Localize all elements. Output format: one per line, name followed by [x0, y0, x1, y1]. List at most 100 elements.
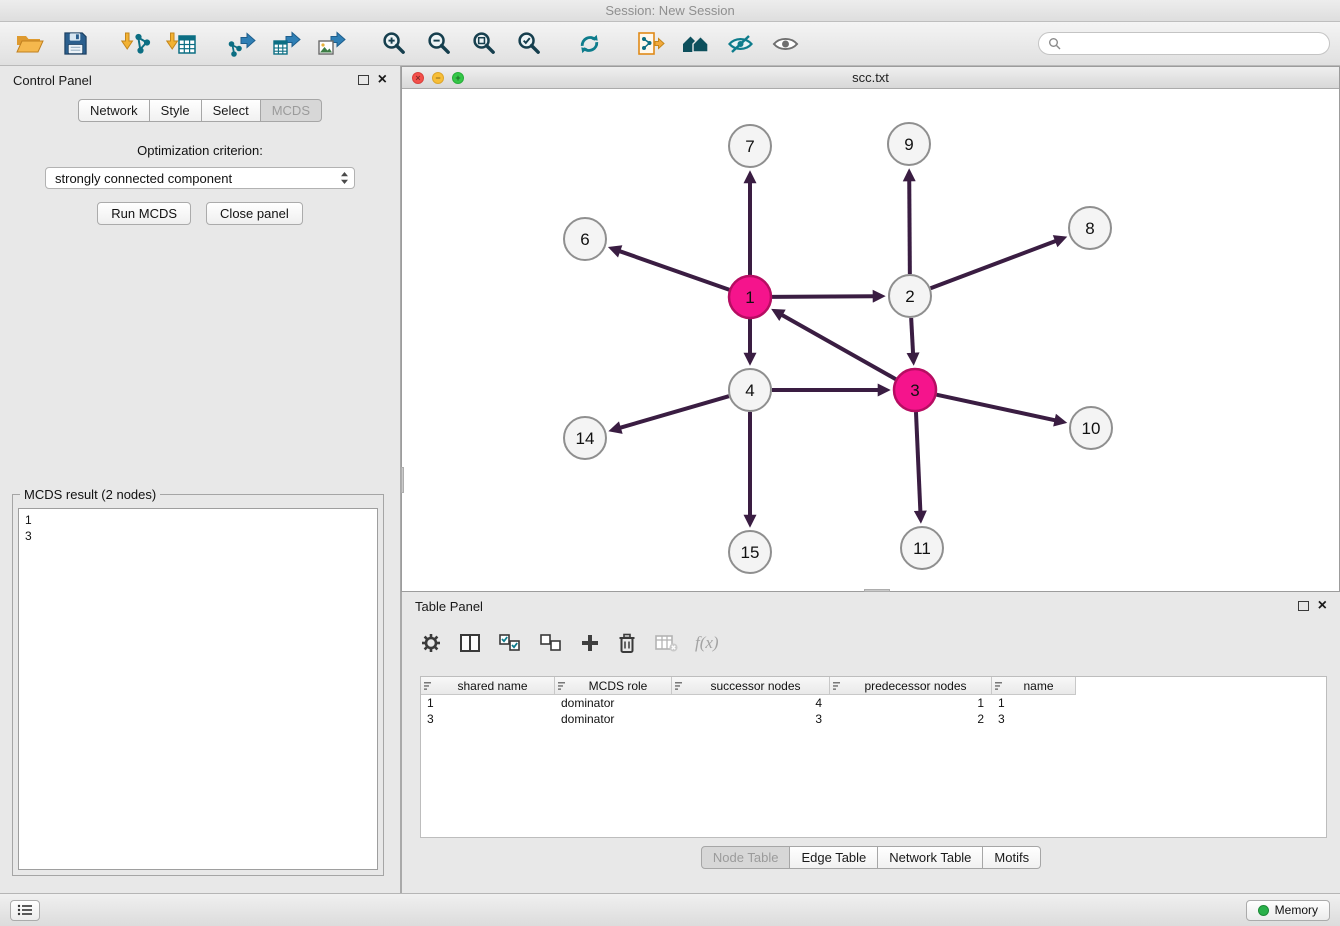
network-edge-3-10[interactable]: [937, 395, 1056, 421]
float-table-panel-icon[interactable]: [1298, 601, 1309, 611]
search-input[interactable]: [1066, 37, 1320, 51]
search-icon: [1048, 37, 1061, 50]
network-node-4[interactable]: 4: [729, 369, 771, 411]
network-edge-1-6[interactable]: [619, 251, 729, 290]
vertical-splitter-handle[interactable]: [401, 467, 404, 493]
tab-style[interactable]: Style: [150, 99, 202, 122]
network-edge-2-3[interactable]: [911, 318, 913, 354]
run-mcds-button[interactable]: Run MCDS: [97, 202, 191, 225]
zoom-fit-button[interactable]: [463, 26, 503, 62]
select-all-button[interactable]: [498, 629, 522, 657]
tab-network[interactable]: Network: [78, 99, 150, 122]
network-edge-3-1[interactable]: [781, 315, 895, 380]
table-row[interactable]: 3dominator323: [421, 711, 1326, 727]
zoom-in-button[interactable]: [373, 26, 413, 62]
search-box[interactable]: [1038, 32, 1330, 55]
open-folder-button[interactable]: [10, 26, 50, 62]
network-node-8[interactable]: 8: [1069, 207, 1111, 249]
column-header-shared-name[interactable]: shared name: [421, 677, 555, 695]
close-table-panel-icon[interactable]: ×: [1318, 600, 1327, 612]
refresh-button[interactable]: [569, 26, 609, 62]
tab-mcds[interactable]: MCDS: [261, 99, 322, 122]
show-graphics-icon: [727, 32, 754, 56]
network-titlebar[interactable]: × − + scc.txt: [402, 67, 1339, 89]
tab-node-table[interactable]: Node Table: [701, 846, 791, 869]
network-graph[interactable]: 7 9 6 8 1 2 4 3 14 10 15 11: [402, 89, 1339, 591]
tab-network-table[interactable]: Network Table: [878, 846, 983, 869]
network-node-15[interactable]: 15: [729, 531, 771, 573]
memory-label: Memory: [1275, 903, 1318, 917]
show-graphics-button[interactable]: [720, 26, 760, 62]
minimize-window-icon[interactable]: −: [432, 72, 444, 84]
control-panel-tabs: NetworkStyleSelectMCDS: [0, 99, 400, 122]
network-node-11[interactable]: 11: [901, 527, 943, 569]
network-node-2[interactable]: 2: [889, 275, 931, 317]
memory-status-icon: [1258, 905, 1269, 916]
save-session-button[interactable]: [55, 26, 95, 62]
tab-edge-table[interactable]: Edge Table: [790, 846, 878, 869]
tab-select[interactable]: Select: [202, 99, 261, 122]
network-node-10[interactable]: 10: [1070, 407, 1112, 449]
close-panel-button[interactable]: Close panel: [206, 202, 303, 225]
import-table-icon: [166, 31, 196, 57]
preview-eye-button[interactable]: [765, 26, 805, 62]
gear-icon: [420, 632, 442, 654]
column-header-successor-nodes[interactable]: successor nodes: [672, 677, 830, 695]
import-network-button[interactable]: [116, 26, 156, 62]
zoom-out-button[interactable]: [418, 26, 458, 62]
export-table-button[interactable]: [267, 26, 307, 62]
float-panel-icon[interactable]: [358, 75, 369, 85]
network-title: scc.txt: [852, 70, 889, 85]
network-edge-2-8[interactable]: [931, 241, 1057, 289]
network-node-9[interactable]: 9: [888, 123, 930, 165]
preview-eye-icon: [772, 33, 799, 55]
import-table-button[interactable]: [161, 26, 201, 62]
network-node-6[interactable]: 6: [564, 218, 606, 260]
table-cell: 3: [421, 711, 555, 727]
delete-table-button[interactable]: [654, 629, 678, 657]
home-views-button[interactable]: [675, 26, 715, 62]
mcds-result-box: MCDS result (2 nodes) 13: [12, 494, 384, 876]
network-edge-3-11[interactable]: [916, 412, 920, 512]
memory-button[interactable]: Memory: [1246, 900, 1330, 921]
delete-row-button[interactable]: [617, 629, 637, 657]
mcds-result-list[interactable]: 13: [18, 508, 378, 870]
column-label: name: [1005, 679, 1072, 693]
optimization-dropdown[interactable]: strongly connected component: [45, 167, 355, 189]
function-builder-button[interactable]: f(x): [695, 629, 719, 657]
show-columns-button[interactable]: [459, 629, 481, 657]
table-settings-button[interactable]: [420, 629, 442, 657]
table-cell: 1: [992, 695, 1076, 711]
network-node-3[interactable]: 3: [894, 369, 936, 411]
network-edge-4-14[interactable]: [620, 396, 729, 428]
table-panel: Table Panel ×: [401, 592, 1340, 893]
column-header-mcds-role[interactable]: MCDS role: [555, 677, 672, 695]
column-header-predecessor-nodes[interactable]: predecessor nodes: [830, 677, 992, 695]
svg-text:7: 7: [745, 137, 754, 156]
task-list-icon: [17, 904, 33, 916]
table-row[interactable]: 1dominator411: [421, 695, 1326, 711]
network-canvas[interactable]: 7 9 6 8 1 2 4 3 14 10 15 11: [402, 89, 1339, 591]
window-titlebar[interactable]: Session: New Session: [0, 0, 1340, 22]
maximize-window-icon[interactable]: +: [452, 72, 464, 84]
zoom-out-icon: [425, 30, 452, 57]
network-edge-2-9[interactable]: [909, 180, 910, 274]
clone-network-button[interactable]: [630, 26, 670, 62]
unselect-all-button[interactable]: [539, 629, 563, 657]
table-cell: 3: [672, 711, 830, 727]
export-network-button[interactable]: [222, 26, 262, 62]
close-control-panel-icon[interactable]: ×: [378, 74, 387, 86]
network-node-14[interactable]: 14: [564, 417, 606, 459]
columns-icon: [459, 633, 481, 653]
tab-motifs[interactable]: Motifs: [983, 846, 1041, 869]
add-row-button[interactable]: [580, 629, 600, 657]
export-image-button[interactable]: [312, 26, 352, 62]
close-window-icon[interactable]: ×: [412, 72, 424, 84]
task-history-button[interactable]: [10, 900, 40, 921]
status-bar: Memory: [0, 893, 1340, 926]
network-edge-1-2[interactable]: [772, 296, 874, 297]
column-header-name[interactable]: name: [992, 677, 1076, 695]
network-node-7[interactable]: 7: [729, 125, 771, 167]
zoom-selected-button[interactable]: [508, 26, 548, 62]
network-node-1[interactable]: 1: [729, 276, 771, 318]
